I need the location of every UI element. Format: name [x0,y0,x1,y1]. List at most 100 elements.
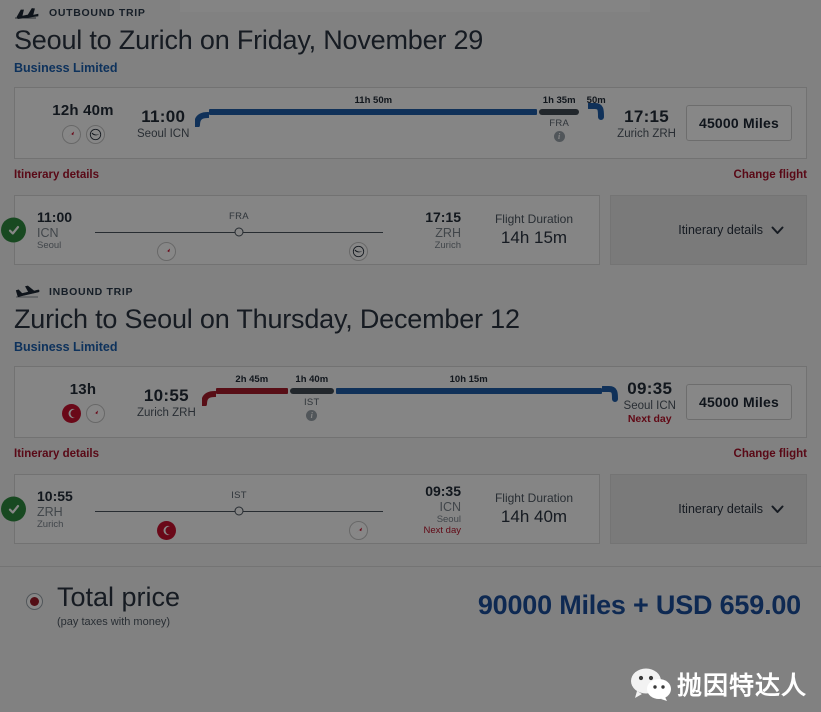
outbound-itinerary-panel-label: Itinerary details [678,223,763,238]
watermark: 抛因特达人 [629,666,807,702]
inbound-itinerary-details-link[interactable]: Itinerary details [14,448,99,460]
outbound-flight-duration-value: 14h 15m [500,228,568,248]
inbound-title: Zurich to Seoul on Thursday, December 12 [14,304,520,335]
inbound-leg-1-label: 2h 45m [235,374,269,386]
inbound-total-duration: 13h [69,381,97,399]
inbound-detail-arrive-time: 09:35 [425,482,461,499]
outbound-detail-arrive-time: 17:15 [425,209,461,226]
outbound-kicker-label: OUTBOUND TRIP [49,7,146,19]
inbound-trip-header: INBOUND TRIP Zurich to Seoul on Thursday… [0,279,821,354]
outbound-leg-2: 50m [581,95,611,123]
inbound-depart-city: Zurich ZRH [137,406,196,419]
lufthansa-logo-icon [85,125,105,145]
inbound-miles-price-button[interactable]: 45000 Miles [685,384,792,421]
outbound-miles-price-button[interactable]: 45000 Miles [685,105,792,142]
inbound-itinerary-details-panel[interactable]: Itinerary details [610,474,807,545]
inbound-itinerary-panel-label: Itinerary details [678,502,763,517]
inbound-detail-wrap: 10:55 ZRH Zurich IST 09:35 ICN Seoul Nex [1,474,807,545]
outbound-detail-depart-code: ICN [37,226,59,241]
inbound-leg-end-hook [601,386,618,406]
outbound-depart-time: 11:00 [141,106,186,126]
outbound-detail-depart-time: 11:00 [37,209,73,226]
outbound-arrival-endpoint: 17:15 Zurich ZRH [617,107,676,140]
outbound-detail-arrive-city: Zurich [434,240,461,252]
outbound-duration-block: 12h 40m [29,102,137,145]
inbound-kicker-row: INBOUND TRIP [14,283,807,301]
info-icon[interactable]: i [306,410,318,422]
outbound-arrive-time: 17:15 [624,106,670,126]
inbound-detail-next-day: Next day [423,524,462,536]
inbound-detail-arrival: 09:35 ICN Seoul Next day [383,483,469,536]
outbound-title: Seoul to Zurich on Friday, November 29 [14,25,484,55]
watermark-text: 抛因特达人 [676,671,807,700]
outbound-departure-endpoint: 11:00 Seoul ICN [137,107,189,140]
total-price-footer: Total price (pay taxes with money) 90000… [0,567,821,628]
outbound-detail-card: 11:00 ICN Seoul FRA 17:15 ZRH Zurich Fli… [1,195,600,266]
outbound-layover-code: FRA [549,118,570,130]
inbound-arrive-next-day: Next day [627,413,672,426]
outbound-flight-duration-label: Flight Duration [494,212,574,227]
outbound-depart-city: Seoul ICN [137,127,190,140]
inbound-leg-2-bar [335,388,602,395]
total-price-left: Total price (pay taxes with money) [26,582,181,628]
outbound-flight-duration-block: Flight Duration 14h 15m [469,212,599,248]
inbound-layover-code: IST [303,397,320,409]
outbound-detail-departure: 11:00 ICN Seoul [15,209,95,251]
wechat-logo-icon [630,668,671,701]
inbound-detail-depart-code: ZRH [37,505,63,520]
radio-selected-icon[interactable] [26,593,43,611]
chevron-down-icon [771,505,784,513]
outbound-airline-logos [29,125,137,145]
inbound-leg-1-bar [215,388,288,395]
outbound-change-flight-link[interactable]: Change flight [734,169,807,181]
inbound-change-flight-link[interactable]: Change flight [734,448,807,460]
inbound-detail-arrive-code: ICN [439,499,461,514]
outbound-leg-1-label: 11h 50m [354,95,393,107]
outbound-itinerary-details-panel[interactable]: Itinerary details [610,195,807,266]
total-price-sublabel: (pay taxes with money) [57,615,171,628]
inbound-detail-depart-time: 10:55 [37,488,73,505]
outbound-layover-fra: 1h 35m FRA i [537,95,581,143]
turkish-airlines-logo-icon [61,404,81,424]
chevron-down-icon [771,226,784,234]
inbound-fare-name: Business Limited [14,340,118,355]
total-price-value: 90000 Miles + USD 659.00 [477,590,801,621]
inbound-detail-route: IST [95,479,383,541]
inbound-flight-duration-block: Flight Duration 14h 40m [469,491,599,527]
outbound-flight-summary-card[interactable]: 12h 40m 11:00 Seoul ICN 11h 50m 1h 35m F… [14,87,807,160]
inbound-detail-departure: 10:55 ZRH Zurich [15,488,95,530]
inbound-layover-ist: 1h 40m IST i [288,374,336,422]
inbound-layover-duration: 1h 40m [295,374,329,386]
inbound-flight-duration-value: 14h 40m [500,507,568,527]
outbound-detail-stop-code: FRA [229,211,249,223]
outbound-links-row: Itinerary details Change flight [0,159,821,181]
inbound-arrive-city: Seoul ICN [623,400,676,413]
asiana-logo-icon [85,404,105,424]
inbound-links-row: Itinerary details Change flight [0,438,821,460]
inbound-kicker-label: INBOUND TRIP [49,286,134,299]
inbound-leg-1: 2h 45m [215,374,288,395]
outbound-fare-name: Business Limited [14,61,118,76]
inbound-detail-card: 10:55 ZRH Zurich IST 09:35 ICN Seoul Nex [1,474,600,545]
flight-selection-page: OUTBOUND TRIP Seoul to Zurich on Friday,… [0,0,821,712]
lufthansa-logo-icon [349,242,368,262]
inbound-flight-summary-card[interactable]: 13h 10:55 Zurich ZRH 2h 45m 1h 40m IST i… [14,366,807,439]
outbound-leg-1-bar [209,109,538,116]
inbound-route-graphic: 2h 45m 1h 40m IST i 10h 15m [196,374,624,430]
total-price-labels: Total price (pay taxes with money) [57,582,181,628]
outbound-detail-arrival: 17:15 ZRH Zurich [383,209,469,251]
inbound-duration-block: 13h [29,381,137,424]
outbound-total-duration: 12h 40m [52,102,114,120]
outbound-itinerary-details-link[interactable]: Itinerary details [14,169,99,181]
info-icon[interactable]: i [553,131,565,143]
inbound-detail-stop-dot [234,506,244,516]
total-price-label: Total price [57,582,181,613]
inbound-detail-arrive-city: Seoul [436,513,461,525]
inbound-departure-endpoint: 10:55 Zurich ZRH [137,386,196,419]
turkish-airlines-logo-icon [157,521,176,541]
outbound-layover-bar [539,109,580,116]
inbound-leg-start-hook [201,386,216,407]
asiana-logo-icon [157,242,176,262]
outbound-detail-arrive-code: ZRH [435,226,461,241]
modal-top-edge [180,0,650,12]
